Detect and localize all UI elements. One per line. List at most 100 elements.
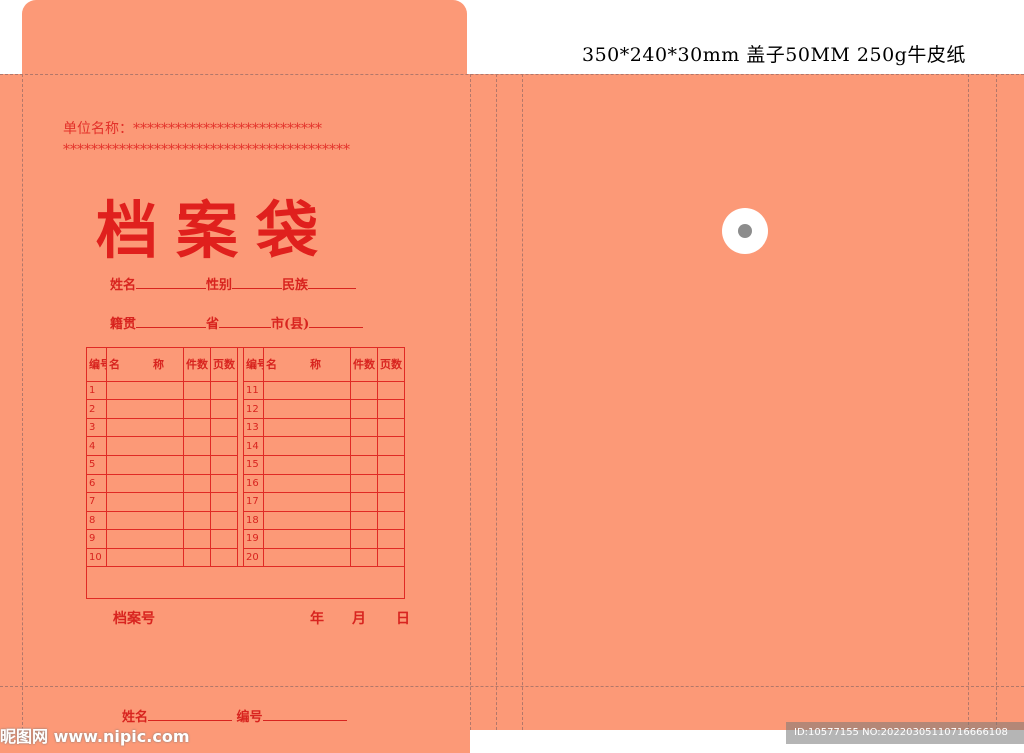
table-footer-row — [86, 566, 405, 599]
native-place-label: 籍贯 — [110, 317, 137, 332]
table-cell — [210, 455, 238, 475]
table-row: 10 20 — [86, 547, 405, 568]
table-cell — [377, 510, 405, 531]
table-cell — [183, 510, 211, 531]
row-number: 14 — [243, 436, 264, 456]
image-id-bar: ID:10577155 NO:20220305110716666108 — [786, 722, 1024, 744]
header-count: 件数 — [183, 347, 211, 382]
table-cell — [350, 473, 378, 494]
row-number: 12 — [243, 399, 264, 419]
table-cell — [210, 399, 238, 419]
table-cell — [377, 547, 405, 568]
spec-text: 350*240*30mm 盖子50MM 250g牛皮纸 — [582, 44, 966, 66]
table-cell — [106, 473, 184, 494]
table-cell — [106, 380, 184, 401]
table-cell — [210, 510, 238, 531]
row-number: 9 — [86, 529, 107, 549]
table-cell — [263, 436, 351, 456]
table-cell — [263, 473, 351, 494]
row-number: 6 — [86, 473, 107, 494]
table-cell — [263, 455, 351, 475]
row-number: 11 — [243, 380, 264, 401]
header-count: 件数 — [350, 347, 378, 382]
table-cell — [263, 510, 351, 531]
table-row: 1 11 — [86, 380, 405, 401]
fold-line-bottom — [0, 686, 1024, 687]
table-row: 2 12 — [86, 399, 405, 419]
table-row: 9 19 — [86, 529, 405, 549]
gender-label: 性别 — [206, 278, 233, 293]
table-cell — [350, 455, 378, 475]
table-cell — [210, 436, 238, 456]
row-number: 10 — [86, 547, 107, 568]
bottom-number-label: 编号 — [236, 710, 263, 725]
table-row: 6 16 — [86, 473, 405, 494]
personal-info-row: 姓名 性别 民族 — [110, 274, 357, 293]
row-number: 16 — [243, 473, 264, 494]
table-cell — [263, 529, 351, 549]
fold-line-front-right — [470, 74, 471, 730]
row-number: 18 — [243, 510, 264, 531]
table-cell — [263, 380, 351, 401]
table-cell — [183, 492, 211, 512]
fold-line-gusset-3 — [968, 74, 969, 730]
table-cell — [106, 455, 184, 475]
ethnicity-label: 民族 — [282, 278, 309, 293]
table-cell — [210, 529, 238, 549]
row-number: 19 — [243, 529, 264, 549]
table-row: 8 18 — [86, 510, 405, 531]
table-row: 4 14 — [86, 436, 405, 456]
table-cell — [350, 492, 378, 512]
fold-line-gusset-2 — [522, 74, 523, 730]
table-cell — [183, 455, 211, 475]
table-cell — [210, 492, 238, 512]
table-cell — [210, 473, 238, 494]
origin-info-row: 籍贯 省 市(县) — [110, 313, 364, 332]
row-number: 1 — [86, 380, 107, 401]
page-title: 档案袋 — [96, 194, 337, 267]
table-cell — [183, 529, 211, 549]
table-cell — [377, 492, 405, 512]
envelope-back-panel — [470, 74, 1024, 730]
table-cell — [377, 455, 405, 475]
row-number: 17 — [243, 492, 264, 512]
date-year: 年 — [310, 611, 324, 627]
table-cell — [106, 492, 184, 512]
row-number: 13 — [243, 417, 264, 438]
table-cell — [183, 380, 211, 401]
table-cell — [350, 380, 378, 401]
archive-number-label: 档案号 — [113, 611, 155, 627]
header-name: 名 称 — [263, 347, 351, 382]
city-label: 市(县) — [271, 317, 310, 332]
unit-line-1: 单位名称：*************************** — [63, 121, 322, 137]
header-pages: 页数 — [377, 347, 405, 382]
watermark-text: 昵图网 www.nipic.com — [0, 727, 190, 746]
header-name: 名 称 — [106, 347, 184, 382]
date-month: 月 — [352, 611, 366, 627]
table-cell — [377, 380, 405, 401]
fold-line-front-left — [22, 74, 23, 730]
table-cell — [377, 399, 405, 419]
row-number: 2 — [86, 399, 107, 419]
table-header-row: 编号 名 称 件数 页数 编号 名 称 件数 页数 — [86, 347, 405, 382]
contents-table: 编号 名 称 件数 页数 编号 名 称 件数 页数 11121231341451… — [86, 347, 405, 599]
header-number: 编号 — [243, 347, 264, 382]
table-cell — [377, 473, 405, 494]
header-number: 编号 — [86, 347, 107, 382]
table-cell — [106, 547, 184, 568]
table-cell — [263, 417, 351, 438]
table-cell — [350, 529, 378, 549]
table-cell — [106, 510, 184, 531]
fold-line-gusset-4 — [996, 74, 997, 730]
table-cell — [106, 529, 184, 549]
row-number: 7 — [86, 492, 107, 512]
table-cell — [350, 436, 378, 456]
table-cell — [106, 417, 184, 438]
row-number: 3 — [86, 417, 107, 438]
table-cell — [183, 417, 211, 438]
table-cell — [183, 436, 211, 456]
table-cell — [183, 547, 211, 568]
table-cell — [350, 547, 378, 568]
table-cell — [183, 399, 211, 419]
table-cell — [210, 380, 238, 401]
